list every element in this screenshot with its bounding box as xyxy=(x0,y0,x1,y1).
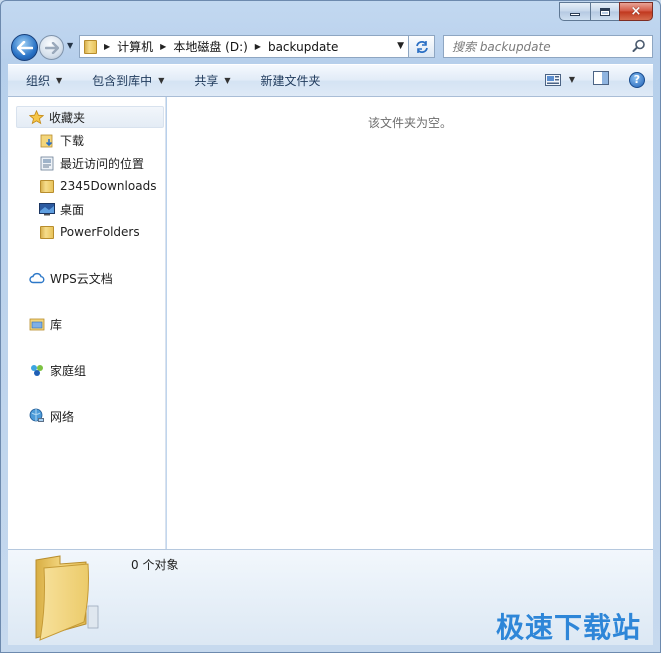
nav-item-label: 下载 xyxy=(60,133,85,148)
watermark-text: 极速下载站 xyxy=(495,611,641,644)
library-icon xyxy=(28,316,46,332)
item-count: 0 个对象 xyxy=(131,558,179,572)
help-icon: ? xyxy=(633,73,641,86)
refresh-icon xyxy=(415,40,428,53)
organize-button[interactable]: 组织 ▼ xyxy=(8,65,72,96)
folder-icon xyxy=(38,224,56,240)
toolbar-right: ▼ ? xyxy=(544,71,645,88)
nav-wps-cloud[interactable]: WPS云文档 xyxy=(28,267,113,289)
view-icon xyxy=(544,73,561,86)
details-pane: 0 个对象 极速下载站 xyxy=(8,549,653,645)
organize-label: 组织 xyxy=(26,74,51,88)
nav-item-downloads[interactable]: 下载 xyxy=(38,129,84,151)
chevron-right-icon[interactable]: ▶ xyxy=(104,42,110,51)
chevron-down-icon: ▼ xyxy=(224,76,231,85)
new-folder-button[interactable]: 新建文件夹 xyxy=(241,65,331,96)
chevron-down-icon: ▼ xyxy=(568,75,575,84)
address-bar[interactable]: ▶ 计算机 ▶ 本地磁盘 (D:) ▶ backupdate ▼ xyxy=(79,35,409,58)
arrow-left-icon xyxy=(16,40,33,55)
nav-item-label: 2345Downloads xyxy=(60,179,157,193)
help-button[interactable]: ? xyxy=(629,71,645,88)
nav-libraries-label: 库 xyxy=(50,317,63,332)
search-input[interactable] xyxy=(452,39,627,54)
recent-places-icon xyxy=(38,155,56,171)
empty-folder-message: 该文件夹为空。 xyxy=(367,116,452,130)
chevron-right-icon[interactable]: ▶ xyxy=(160,42,166,51)
breadcrumb-backupdate[interactable]: backupdate xyxy=(268,40,338,54)
nav-network[interactable]: 网络 xyxy=(28,405,74,427)
nav-item-label: 桌面 xyxy=(60,202,85,217)
nav-favorites[interactable]: 收藏夹 xyxy=(16,106,164,128)
chevron-down-icon: ▼ xyxy=(158,76,165,85)
navigation-pane: 收藏夹 下载 最近访问的位置 2345Downloads 桌面 PowerFol… xyxy=(8,97,166,549)
downloads-folder-icon xyxy=(38,132,56,148)
nav-favorites-label: 收藏夹 xyxy=(49,110,86,125)
file-list-pane[interactable]: 该文件夹为空。 xyxy=(167,97,653,549)
maximize-button[interactable] xyxy=(590,2,620,21)
caption-buttons: × xyxy=(559,2,653,21)
network-icon xyxy=(28,408,46,424)
large-folder-icon xyxy=(35,555,99,641)
minimize-icon xyxy=(570,13,580,16)
minimize-button[interactable] xyxy=(559,2,591,21)
nav-network-label: 网络 xyxy=(50,409,75,424)
address-folder-icon xyxy=(84,39,97,54)
maximize-icon xyxy=(600,7,610,16)
include-in-library-button[interactable]: 包含到库中 ▼ xyxy=(72,65,174,96)
homegroup-icon xyxy=(28,362,46,378)
close-icon: × xyxy=(630,4,642,19)
desktop-icon xyxy=(38,201,56,217)
nav-item-recent-places[interactable]: 最近访问的位置 xyxy=(38,152,144,174)
nav-item-desktop[interactable]: 桌面 xyxy=(38,198,84,220)
refresh-button[interactable] xyxy=(409,35,435,58)
new-folder-label: 新建文件夹 xyxy=(260,74,321,88)
preview-pane-icon xyxy=(593,71,609,85)
address-dropdown-icon[interactable]: ▼ xyxy=(397,41,404,51)
search-box xyxy=(443,35,653,58)
preview-pane-button[interactable] xyxy=(593,71,609,88)
nav-homegroup-label: 家庭组 xyxy=(50,363,87,378)
nav-wps-cloud-label: WPS云文档 xyxy=(50,271,113,286)
cloud-icon xyxy=(28,270,46,286)
back-button[interactable] xyxy=(11,34,38,61)
breadcrumb-local-disk[interactable]: 本地磁盘 (D:) xyxy=(173,38,247,55)
nav-homegroup[interactable]: 家庭组 xyxy=(28,359,86,381)
change-view-button[interactable]: ▼ xyxy=(544,73,575,86)
nav-item-2345downloads[interactable]: 2345Downloads xyxy=(38,175,156,197)
nav-item-label: 最近访问的位置 xyxy=(60,156,145,171)
command-bar: 组织 ▼ 包含到库中 ▼ 共享 ▼ 新建文件夹 ▼ ? xyxy=(8,64,653,97)
forward-button[interactable] xyxy=(39,35,64,60)
share-button[interactable]: 共享 ▼ xyxy=(174,65,240,96)
nav-libraries[interactable]: 库 xyxy=(28,313,62,335)
nav-item-label: PowerFolders xyxy=(60,225,140,239)
chevron-down-icon: ▼ xyxy=(56,76,63,85)
include-in-library-label: 包含到库中 xyxy=(92,74,153,88)
nav-item-powerfolders[interactable]: PowerFolders xyxy=(38,221,140,243)
arrow-right-icon xyxy=(44,41,59,54)
recent-pages-dropdown[interactable]: ▼ xyxy=(67,41,73,50)
close-button[interactable]: × xyxy=(619,2,653,21)
chevron-right-icon[interactable]: ▶ xyxy=(255,42,261,51)
folder-icon xyxy=(38,178,56,194)
star-icon xyxy=(27,109,45,125)
search-icon[interactable] xyxy=(632,39,646,53)
share-label: 共享 xyxy=(194,74,219,88)
breadcrumb-computer[interactable]: 计算机 xyxy=(117,38,153,55)
